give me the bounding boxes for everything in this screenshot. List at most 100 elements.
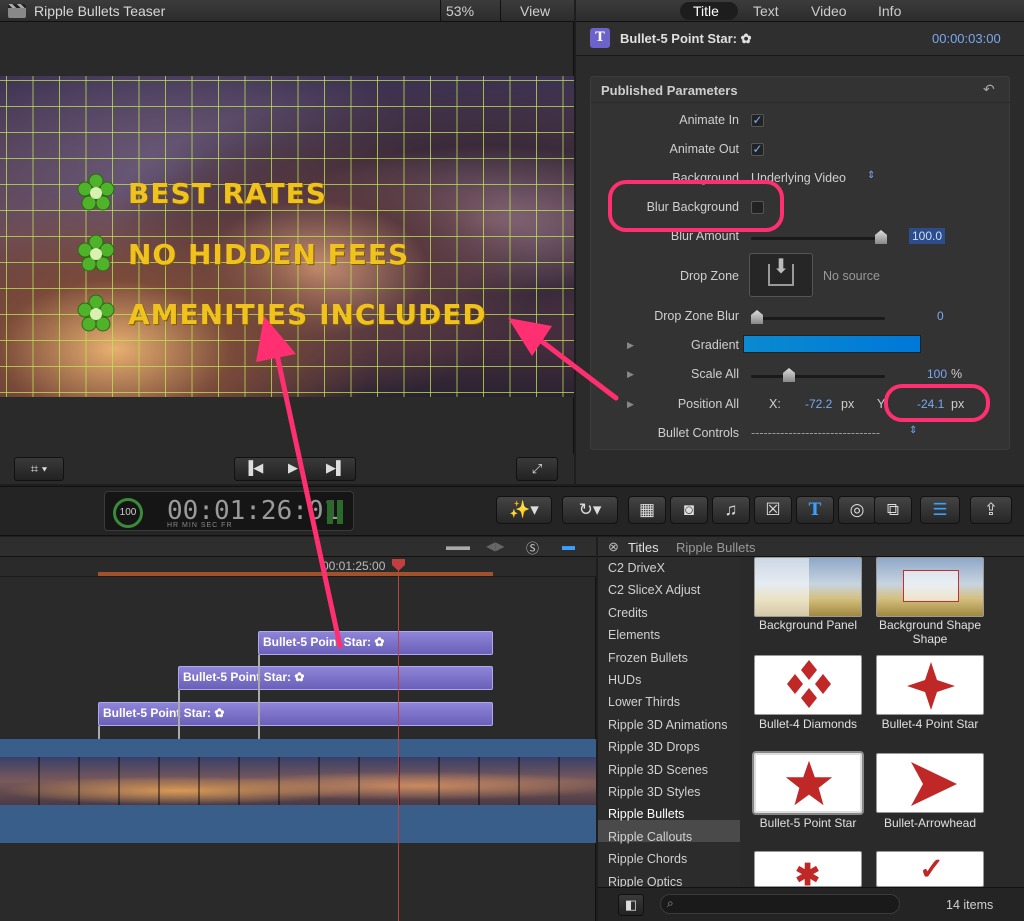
position-x-value[interactable]: -72.2: [805, 397, 832, 411]
animate-in-checkbox[interactable]: ✓: [751, 114, 764, 127]
category-item[interactable]: Lower Thirds: [608, 695, 680, 709]
dashboard-timecode[interactable]: 100 00:01:26:01 HR MIN SEC FR: [104, 491, 354, 531]
category-list: C2 DriveX C2 SliceX Adjust Credits Elements…: [598, 557, 740, 889]
title-icon: T: [590, 28, 610, 48]
fullscreen-button[interactable]: ⤢: [516, 457, 558, 481]
title-clip[interactable]: Bullet-5 Point Star: ✿: [258, 631, 493, 655]
thumbnail-background-panel[interactable]: [754, 557, 862, 617]
highlight-circle: [884, 384, 990, 422]
reset-icon[interactable]: ↶: [983, 81, 995, 98]
search-input[interactable]: ⌕: [660, 894, 900, 914]
category-item[interactable]: HUDs: [608, 673, 641, 687]
slider-knob[interactable]: [875, 230, 887, 244]
tab-video[interactable]: Video: [811, 3, 847, 19]
category-item[interactable]: Ripple 3D Drops: [608, 740, 700, 754]
category-item[interactable]: Ripple Callouts: [608, 830, 692, 844]
clip-name: Bullet-5 Point Star: ✿: [620, 31, 752, 46]
category-item[interactable]: Credits: [608, 606, 648, 620]
title-clip[interactable]: Bullet-5 Point Star: ✿: [178, 666, 493, 690]
close-icon[interactable]: ⊗: [608, 539, 619, 555]
effects-browser-icon[interactable]: ▦: [628, 496, 666, 524]
popup-arrows-icon[interactable]: ⇕: [867, 170, 875, 181]
snapping-icon[interactable]: ◀▶: [486, 539, 504, 553]
clip-appearance-icon[interactable]: ▬▬: [446, 539, 470, 553]
render-bar: [98, 572, 493, 576]
drop-zone-blur-value[interactable]: 0: [937, 309, 944, 323]
category-item[interactable]: C2 DriveX: [608, 561, 665, 575]
thumbnail-bullet-5-point-star[interactable]: [754, 753, 862, 813]
zoom-menu[interactable]: 53%: [446, 3, 474, 19]
slider-knob[interactable]: [751, 310, 763, 324]
scale-all-value[interactable]: 100: [927, 367, 947, 381]
section-header: Published Parameters ↶: [591, 77, 1011, 103]
view-menu[interactable]: View: [520, 3, 550, 19]
skip-back-icon[interactable]: ▐◀: [244, 460, 263, 476]
scale-all-slider[interactable]: [751, 375, 885, 378]
play-icon[interactable]: ▶: [288, 460, 298, 476]
background-tasks-indicator[interactable]: 100: [113, 498, 143, 528]
category-item[interactable]: Frozen Bullets: [608, 651, 688, 665]
thumbnail-bullet-arrowhead[interactable]: [876, 753, 984, 813]
timeline-top-bar: ▬▬ ◀▶ Ⓢ ▬: [0, 537, 596, 557]
skip-forward-icon[interactable]: ▶▌: [326, 460, 345, 476]
magic-wand-menu-button[interactable]: ✨▾: [496, 496, 552, 524]
thumbnail-background-shape[interactable]: [876, 557, 984, 617]
tab-text[interactable]: Text: [753, 3, 779, 19]
themes-browser-icon[interactable]: ⧉: [874, 496, 912, 524]
sidebar-toggle-icon[interactable]: ◧: [618, 894, 644, 916]
titles-browser: ⊗ Titles Ripple Bullets C2 DriveX C2 Slic…: [598, 537, 1024, 921]
skimming-icon[interactable]: ▬: [562, 538, 575, 553]
category-item[interactable]: Ripple Chords: [608, 852, 687, 866]
generators-browser-icon[interactable]: ◎: [838, 496, 876, 524]
viewer-title: Ripple Bullets Teaser: [34, 3, 166, 19]
thumbnail-bullet-4-diamonds[interactable]: [754, 655, 862, 715]
tab-info[interactable]: Info: [878, 3, 901, 19]
diamonds-icon: [787, 660, 831, 708]
bullet-controls-popup[interactable]: -------------------------------: [751, 426, 880, 440]
download-arrow-icon: ⬇: [772, 256, 790, 278]
title-clip[interactable]: Bullet-5 Point Star: ✿: [98, 702, 493, 726]
inspector-tabs: Title Text Video Info: [576, 0, 1024, 22]
solo-icon[interactable]: Ⓢ: [526, 538, 539, 557]
connection-line: [178, 690, 180, 745]
transform-menu-button[interactable]: ⌗ ▾: [14, 457, 64, 481]
thumbnail-partial[interactable]: ✱: [754, 851, 862, 887]
gradient-swatch[interactable]: [743, 335, 921, 353]
blur-amount-slider[interactable]: [751, 237, 887, 240]
playhead[interactable]: [398, 563, 399, 921]
music-browser-icon[interactable]: ♫: [712, 496, 750, 524]
share-icon[interactable]: ⇪: [970, 496, 1012, 524]
thumbnail-partial[interactable]: ✓: [876, 851, 984, 887]
five-point-star-icon: [785, 760, 833, 806]
drop-zone-well[interactable]: ⬇: [749, 253, 813, 297]
slider-knob[interactable]: [783, 368, 795, 382]
drop-zone-blur-slider[interactable]: [751, 317, 885, 320]
category-item[interactable]: Ripple 3D Animations: [608, 718, 728, 732]
highlight-circle: [608, 180, 784, 232]
section-title: Published Parameters: [601, 83, 738, 98]
popup-arrows-icon[interactable]: ⇕: [909, 425, 917, 436]
thumbnail-bullet-4-point-star[interactable]: [876, 655, 984, 715]
category-item[interactable]: Elements: [608, 628, 660, 642]
animate-in-label: Animate In: [679, 113, 739, 127]
blur-amount-value[interactable]: 100.0: [909, 228, 946, 244]
category-item[interactable]: Ripple Bullets: [608, 807, 684, 821]
animate-out-checkbox[interactable]: ✓: [751, 143, 764, 156]
viewer-panel: Ripple Bullets Teaser 53% View BEST RATE…: [0, 0, 574, 484]
tab-title[interactable]: Title: [693, 3, 719, 19]
browser-subtitle: Ripple Bullets: [676, 540, 756, 555]
category-item[interactable]: C2 SliceX Adjust: [608, 583, 700, 597]
video-preview[interactable]: BEST RATES NO HIDDEN FEES AMENITIES INCL…: [0, 76, 574, 397]
category-item[interactable]: Ripple 3D Styles: [608, 785, 700, 799]
browser-title: Titles: [628, 540, 659, 555]
drop-zone-value: No source: [823, 269, 880, 283]
retime-menu-button[interactable]: ↻▾: [562, 496, 618, 524]
transitions-browser-icon[interactable]: ☒: [754, 496, 792, 524]
titles-browser-icon[interactable]: T: [796, 496, 834, 524]
category-item[interactable]: Ripple 3D Scenes: [608, 763, 708, 777]
divider: [500, 0, 501, 22]
photo-browser-icon[interactable]: ◙: [670, 496, 708, 524]
clapper-icon: [8, 4, 26, 18]
inspector-toggle-icon[interactable]: ☰: [920, 496, 960, 524]
scale-all-label: Scale All: [691, 367, 739, 381]
